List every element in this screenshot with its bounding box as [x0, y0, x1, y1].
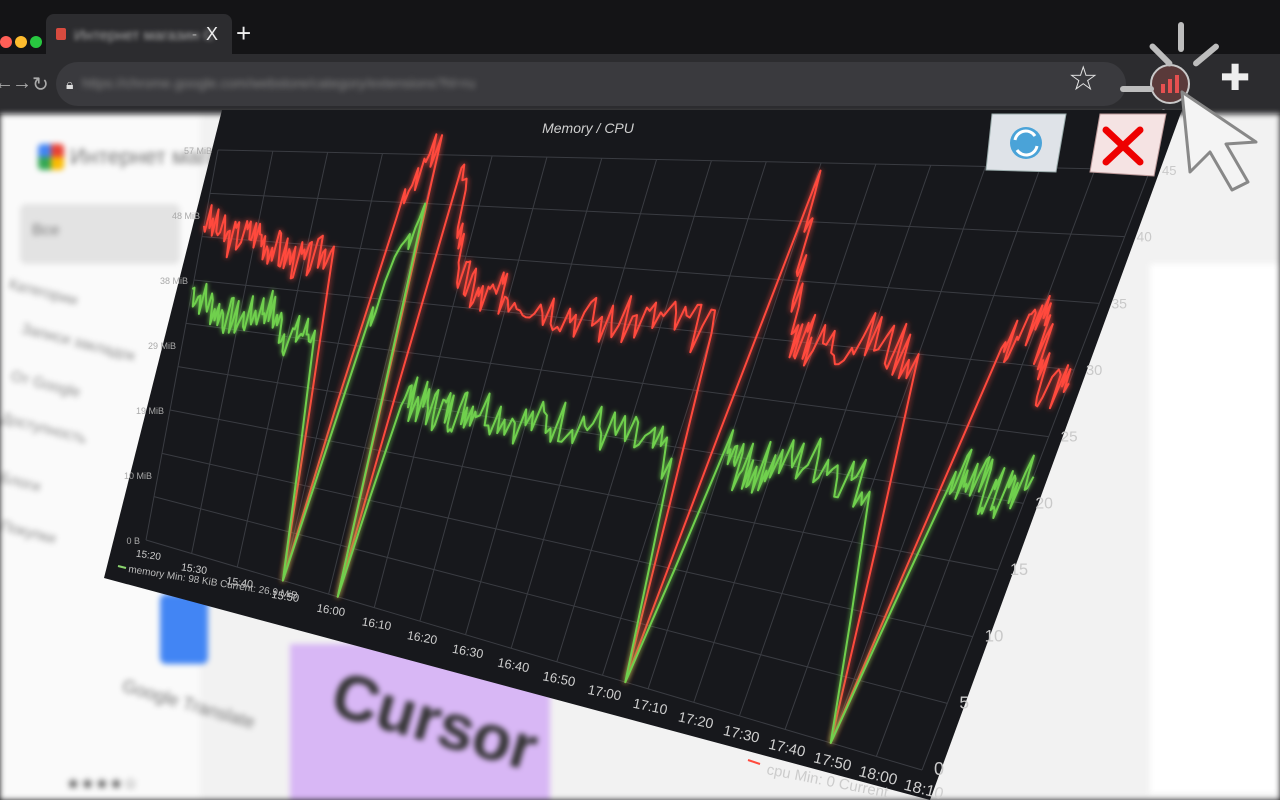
tab-separator: - [192, 26, 197, 43]
new-tab-button[interactable]: + [236, 20, 251, 46]
cursor-app-tile[interactable]: Cursor [290, 644, 550, 800]
maximize-window-dot[interactable] [30, 36, 42, 48]
lock-icon: 🔒︎ [66, 76, 74, 92]
url-text: https://chrome.google.com/webstore/categ… [82, 75, 476, 91]
webstore-page: Интернет магазин Все Категории Записи за… [0, 114, 1280, 800]
category-select[interactable]: Все [20, 204, 180, 264]
category-value: Все [32, 222, 60, 239]
google-translate-icon[interactable] [160, 594, 208, 664]
reload-icon[interactable]: ↻ [32, 72, 49, 97]
close-window-dot[interactable] [0, 36, 12, 48]
close-button[interactable] [1089, 113, 1167, 177]
star-icon[interactable]: ☆ [1068, 62, 1098, 96]
minimize-window-dot[interactable] [15, 36, 27, 48]
tab-bar: Интернет магазин Chrome - X + [0, 0, 1280, 56]
tab-close-button[interactable]: X [206, 24, 218, 45]
refresh-button[interactable] [985, 113, 1067, 173]
browser-toolbar: ← → ↻ 🔒︎ https://chrome.google.com/webst… [0, 54, 1280, 114]
cursor-app-name: Cursor [324, 657, 546, 785]
webstore-logo [38, 144, 64, 170]
mouse-pointer-icon [1180, 90, 1258, 192]
rating-stars: ★★★★☆ [66, 776, 138, 793]
store-title: Интернет магазин [70, 144, 254, 169]
app-card[interactable] [1150, 264, 1280, 794]
browser-tab[interactable]: Интернет магазин Chrome - X [46, 14, 232, 56]
forward-icon[interactable]: → [12, 72, 32, 95]
address-bar[interactable]: 🔒︎ https://chrome.google.com/webstore/ca… [56, 62, 1126, 106]
tab-favicon-icon [56, 28, 66, 40]
